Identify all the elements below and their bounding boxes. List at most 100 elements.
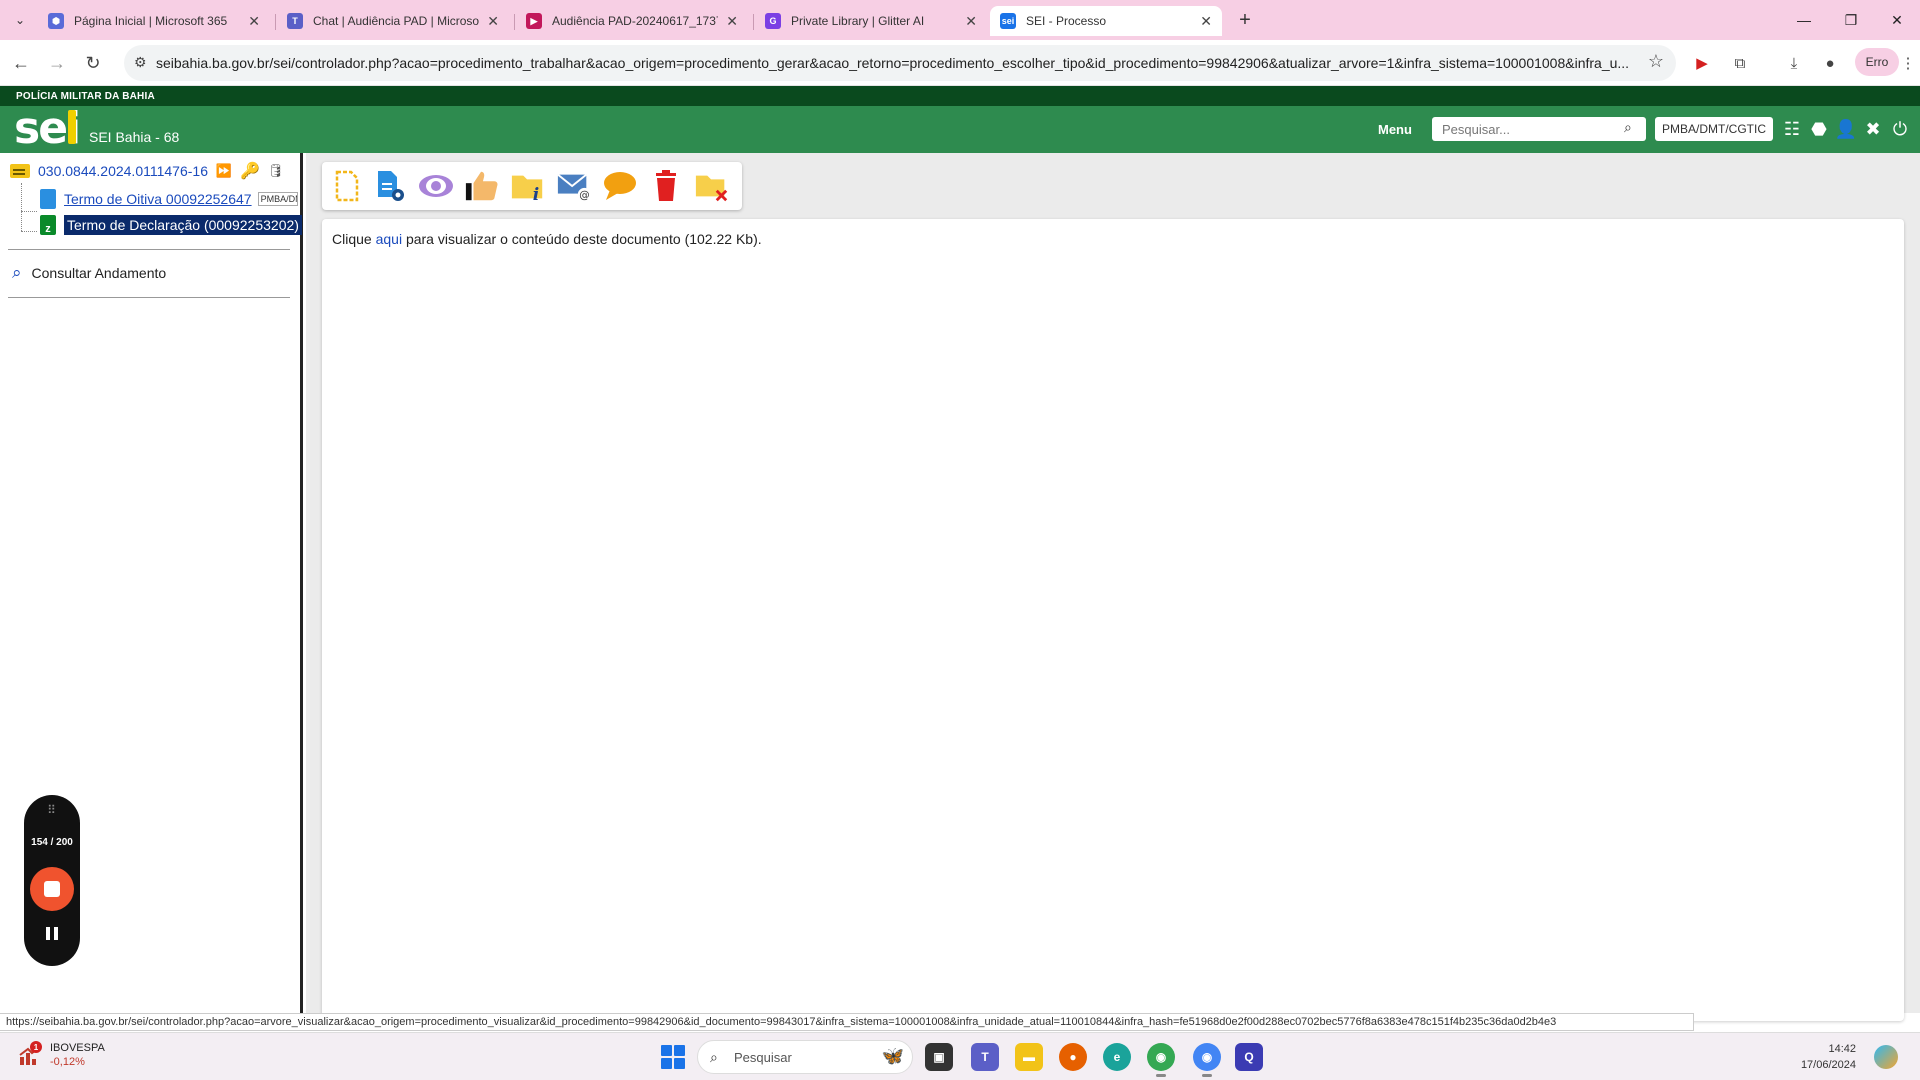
document-viewer: Clique aqui para visualizar o conteúdo d…: [322, 219, 1904, 1021]
stop-recording-button[interactable]: [30, 867, 74, 911]
sei-header: sei SEI Bahia - 68 Menu ⌕ PMBA/DMT/CGTIC…: [0, 106, 1920, 153]
sign-document-button[interactable]: [464, 168, 500, 204]
windows-logo-icon: [661, 1045, 672, 1056]
consultar-andamento-link[interactable]: ⌕ Consultar Andamento: [12, 263, 166, 283]
tree-item-label[interactable]: Termo de Declaração (00092253202): [64, 215, 302, 235]
youtube-extension-icon[interactable]: ▶: [1690, 51, 1714, 75]
forward-button[interactable]: →: [44, 50, 70, 76]
stock-change: -0,12%: [50, 1056, 85, 1068]
bookmark-star-icon[interactable]: ☆: [1648, 51, 1664, 72]
tab-title: Private Library | Glitter AI: [791, 14, 925, 28]
minimize-button[interactable]: —: [1781, 6, 1827, 34]
process-info-button[interactable]: i: [510, 168, 546, 204]
tab-glitter-ai[interactable]: G Private Library | Glitter AI ✕: [755, 6, 987, 36]
stock-widget[interactable]: 1 IBOVESPA -0,12%: [18, 1041, 105, 1069]
tree-root[interactable]: 030.0844.2024.0111476-16 ⏩ 🔑 🛢: [10, 161, 286, 181]
search-icon: ⌕: [710, 1049, 718, 1065]
tab-close-icon[interactable]: ✕: [248, 13, 260, 30]
process-number[interactable]: 030.0844.2024.0111476-16: [38, 163, 208, 179]
browser-toolbar: ← → ↻ ⚙ seibahia.ba.gov.br/sei/controlad…: [0, 40, 1920, 86]
close-process-button[interactable]: [694, 168, 730, 204]
browser-menu-icon[interactable]: ⋮: [1900, 51, 1916, 75]
unit-tag: PMBA/DMT: [257, 192, 298, 206]
include-document-button[interactable]: [328, 168, 364, 204]
chrome-icon[interactable]: ◉: [1147, 1043, 1175, 1077]
back-button[interactable]: ←: [8, 50, 34, 76]
key-icon[interactable]: 🔑: [240, 161, 260, 181]
document-settings-button[interactable]: [372, 168, 408, 204]
profile-avatar-icon[interactable]: ●: [1818, 51, 1842, 75]
database-icon[interactable]: 🛢: [266, 161, 286, 181]
edge-icon[interactable]: e: [1103, 1043, 1131, 1071]
control-list-icon[interactable]: ☷: [1781, 118, 1803, 140]
taskbar-search-label: Pesquisar: [734, 1050, 792, 1065]
tab-search-button[interactable]: ⌄: [8, 8, 32, 32]
tab-title: Página Inicial | Microsoft 365: [74, 14, 228, 28]
email-icon: @: [557, 173, 592, 201]
tab-title: Chat | Audiência PAD | Microsoft: [313, 14, 480, 28]
notification-badge: 1: [30, 1041, 42, 1053]
pause-recording-button[interactable]: [24, 921, 80, 945]
tab-close-icon[interactable]: ✕: [965, 13, 977, 30]
m365-icon: ⬢: [48, 13, 64, 29]
alert-icon[interactable]: ⬣: [1808, 118, 1830, 140]
app-icon[interactable]: Q: [1235, 1043, 1263, 1071]
drag-handle-icon[interactable]: ⠿: [24, 803, 80, 817]
copilot-icon[interactable]: [1874, 1045, 1898, 1069]
tab-sei-processo[interactable]: sei SEI - Processo ✕: [990, 6, 1222, 36]
start-button[interactable]: [661, 1045, 685, 1069]
tree-item-termo-declaracao[interactable]: z Termo de Declaração (00092253202): [40, 215, 302, 235]
comment-button[interactable]: [602, 168, 638, 204]
teams-icon[interactable]: T: [971, 1043, 999, 1071]
file-explorer-icon[interactable]: ▬: [1015, 1043, 1043, 1071]
tab-separator: [275, 14, 276, 30]
extensions-icon[interactable]: ⧉: [1728, 51, 1752, 75]
pause-icon: [54, 926, 58, 940]
new-tab-button[interactable]: +: [1233, 8, 1257, 32]
tab-separator: [753, 14, 754, 30]
tree-item-termo-oitiva[interactable]: Termo de Oitiva 00092252647 PMBA/DMT: [40, 189, 298, 209]
org-name: POLÍCIA MILITAR DA BAHIA: [16, 91, 155, 102]
tree-item-label[interactable]: Termo de Oitiva 00092252647: [64, 191, 252, 207]
view-document-link[interactable]: aqui: [376, 231, 402, 247]
unit-selector[interactable]: PMBA/DMT/CGTIC: [1655, 117, 1773, 141]
firefox-icon[interactable]: ●: [1059, 1043, 1087, 1071]
menu-button[interactable]: Menu: [1378, 122, 1412, 137]
recording-counter: 154 / 200: [31, 837, 73, 848]
tools-icon[interactable]: ✖: [1862, 118, 1884, 140]
taskbar-search[interactable]: ⌕ Pesquisar 🦋: [697, 1040, 913, 1074]
sei-search-input[interactable]: [1432, 117, 1646, 141]
user-icon[interactable]: 👤: [1835, 118, 1857, 140]
message-text: Clique: [332, 231, 376, 247]
folder-close-icon: [695, 175, 728, 202]
tab-close-icon[interactable]: ✕: [487, 13, 499, 30]
task-view-icon[interactable]: ▣: [925, 1043, 953, 1071]
restore-button[interactable]: ❐: [1828, 6, 1874, 34]
send-email-button[interactable]: @: [556, 168, 592, 204]
close-window-button[interactable]: ✕: [1874, 6, 1920, 34]
delete-button[interactable]: [648, 168, 684, 204]
tab-microsoft-365[interactable]: ⬢ Página Inicial | Microsoft 365 ✕: [38, 6, 270, 36]
system-clock[interactable]: 14:42 17/06/2024: [1780, 1041, 1856, 1073]
power-icon[interactable]: ⏻: [1889, 118, 1911, 140]
url-text[interactable]: seibahia.ba.gov.br/sei/controlador.php?a…: [156, 55, 1636, 71]
chrome-profile-icon[interactable]: ◉: [1193, 1043, 1221, 1077]
trash-icon: [656, 170, 676, 201]
clock-time: 14:42: [1828, 1043, 1856, 1055]
tab-teams-chat[interactable]: T Chat | Audiência PAD | Microsoft ✕: [277, 6, 509, 36]
search-icon[interactable]: ⌕: [1624, 119, 1632, 136]
clock-date: 17/06/2024: [1800, 1059, 1856, 1071]
site-info-icon[interactable]: ⚙: [134, 54, 147, 71]
download-icon[interactable]: ⤓: [1782, 51, 1806, 75]
address-bar[interactable]: ⚙ seibahia.ba.gov.br/sei/controlador.php…: [124, 45, 1676, 81]
windows-logo-icon: [674, 1045, 685, 1056]
comment-icon: [604, 172, 636, 200]
reload-button[interactable]: ↻: [80, 50, 106, 76]
fast-forward-icon[interactable]: ⏩: [214, 161, 234, 181]
tab-close-icon[interactable]: ✕: [726, 13, 738, 30]
tab-close-icon[interactable]: ✕: [1200, 13, 1212, 30]
view-access-button[interactable]: [418, 168, 454, 204]
consult-label[interactable]: Consultar Andamento: [32, 265, 167, 281]
profile-error-chip[interactable]: Erro: [1855, 48, 1899, 76]
tab-audiencia-video[interactable]: ▶ Audiência PAD-20240617_1737 ✕: [516, 6, 748, 36]
